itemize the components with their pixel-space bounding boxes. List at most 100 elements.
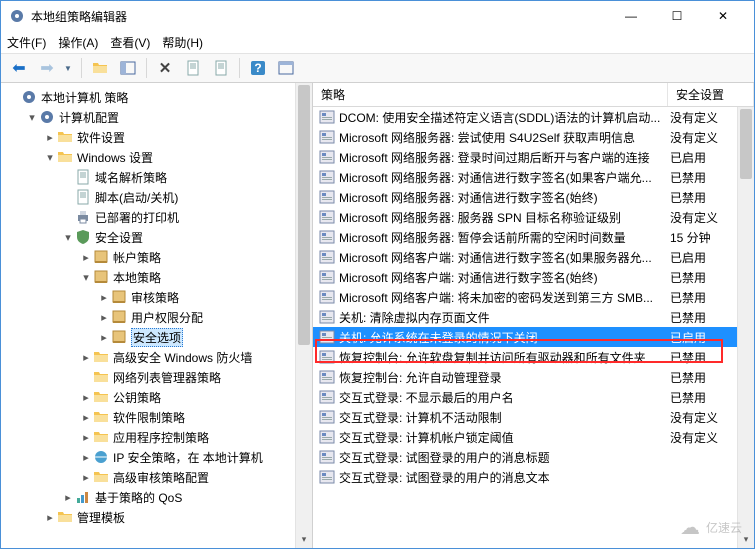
tree-twisty[interactable]: ▾ [25,111,39,124]
book-icon [111,329,127,345]
policy-row[interactable]: Microsoft 网络服务器: 对通信进行数字签名(如果客户端允...已禁用 [313,167,754,187]
export-button[interactable] [181,56,205,80]
properties-button[interactable] [209,56,233,80]
printer-icon [75,209,91,225]
policy-row[interactable]: Microsoft 网络服务器: 暂停会话前所需的空闲时间数量15 分钟 [313,227,754,247]
tree-twisty[interactable]: ▾ [61,231,75,244]
tree-node[interactable]: ▸安全选项 [1,327,312,347]
policy-row[interactable]: 关机: 允许系统在未登录的情况下关闭已启用 [313,327,754,347]
tree-node[interactable]: ▾ 计算机配置 [1,107,312,127]
policy-label: 恢复控制台: 允许软盘复制并访问所有驱动器和所有文件夹 [339,349,670,366]
tree-node[interactable]: 域名解析策略 [1,167,312,187]
policy-icon [319,249,335,265]
list-pane: 策略 安全设置 DCOM: 使用安全描述符定义语言(SDDL)语法的计算机启动.… [313,83,754,548]
minimize-button[interactable]: — [608,1,654,31]
delete-button[interactable]: ✕ [153,56,177,80]
tree-node[interactable]: ▸基于策略的 QoS [1,487,312,507]
tree-node[interactable]: ▸应用程序控制策略 [1,427,312,447]
menubar: 文件(F) 操作(A) 查看(V) 帮助(H) [1,31,754,53]
policy-icon [319,209,335,225]
policy-row[interactable]: 关机: 清除虚拟内存页面文件已禁用 [313,307,754,327]
help-button[interactable]: ? [246,56,270,80]
policy-row[interactable]: 交互式登录: 计算机帐户锁定阈值没有定义 [313,427,754,447]
policy-row[interactable]: Microsoft 网络服务器: 登录时间过期后断开与客户端的连接已启用 [313,147,754,167]
policy-row[interactable]: 恢复控制台: 允许自动管理登录已禁用 [313,367,754,387]
tree-twisty[interactable]: ▸ [79,451,93,464]
gear-icon [21,89,37,105]
tree-scrollbar[interactable]: ▴▾ [295,83,312,548]
policy-row[interactable]: Microsoft 网络客户端: 将未加密的密码发送到第三方 SMB...已禁用 [313,287,754,307]
tree-node[interactable]: ▸帐户策略 [1,247,312,267]
tree-node[interactable]: 网络列表管理器策略 [1,367,312,387]
show-hide-tree[interactable] [116,56,140,80]
tree-label: 用户权限分配 [131,309,203,326]
tree-node[interactable]: ▸高级安全 Windows 防火墙 [1,347,312,367]
menu-help[interactable]: 帮助(H) [162,34,203,51]
tree-twisty[interactable]: ▸ [79,251,93,264]
column-setting[interactable]: 安全设置 [668,83,754,106]
tree-node[interactable]: ▸ 用户权限分配 [1,307,312,327]
maximize-button[interactable]: ☐ [654,1,700,31]
tree-twisty[interactable]: ▸ [43,511,57,524]
policy-row[interactable]: 恢复控制台: 允许软盘复制并访问所有驱动器和所有文件夹已禁用 [313,347,754,367]
policy-row[interactable]: Microsoft 网络服务器: 对通信进行数字签名(始终)已禁用 [313,187,754,207]
tree-twisty[interactable]: ▸ [43,131,57,144]
close-button[interactable]: ✕ [700,1,746,31]
tree-twisty[interactable]: ▸ [97,311,111,324]
tree-label: 审核策略 [131,289,179,306]
tree-node[interactable]: 本地计算机 策略 [1,87,312,107]
tree-node[interactable]: 脚本(启动/关机) [1,187,312,207]
tree-twisty[interactable]: ▸ [79,351,93,364]
tree-node[interactable]: ▸管理模板 [1,507,312,527]
tree-node[interactable]: ▾安全设置 [1,227,312,247]
tree-node[interactable]: ▸ 审核策略 [1,287,312,307]
tree-node[interactable]: ▾Windows 设置 [1,147,312,167]
policy-row[interactable]: Microsoft 网络客户端: 对通信进行数字签名(如果服务器允...已启用 [313,247,754,267]
tree-twisty[interactable]: ▸ [97,291,111,304]
tree-twisty[interactable]: ▸ [79,471,93,484]
policy-label: DCOM: 使用安全描述符定义语言(SDDL)语法的计算机启动... [339,109,670,126]
menu-view[interactable]: 查看(V) [110,34,150,51]
refresh-button[interactable] [274,56,298,80]
policy-icon [319,449,335,465]
policy-row[interactable]: Microsoft 网络服务器: 尝试使用 S4U2Self 获取声明信息没有定… [313,127,754,147]
tree-node[interactable]: ▸高级审核策略配置 [1,467,312,487]
policy-row[interactable]: 交互式登录: 试图登录的用户的消息文本 [313,467,754,487]
policy-row[interactable]: 交互式登录: 试图登录的用户的消息标题 [313,447,754,467]
up-button[interactable] [88,56,112,80]
forward-button[interactable]: ➡ [35,56,59,80]
menu-file[interactable]: 文件(F) [7,34,46,51]
policy-row[interactable]: Microsoft 网络服务器: 服务器 SPN 目标名称验证级别没有定义 [313,207,754,227]
tree-twisty[interactable]: ▾ [43,151,57,164]
column-policy[interactable]: 策略 [313,83,668,106]
book-icon [93,249,109,265]
policy-icon [319,349,335,365]
policy-row[interactable]: 交互式登录: 计算机不活动限制没有定义 [313,407,754,427]
tree-twisty[interactable]: ▸ [97,331,111,344]
tree-twisty[interactable]: ▸ [61,491,75,504]
tree-node[interactable]: ▸ 公钥策略 [1,387,312,407]
ie-icon [93,449,109,465]
policy-row[interactable]: DCOM: 使用安全描述符定义语言(SDDL)语法的计算机启动...没有定义 [313,107,754,127]
tree-node[interactable]: ▸软件设置 [1,127,312,147]
back-button[interactable]: ⬅ [7,56,31,80]
tree-twisty[interactable]: ▸ [79,431,93,444]
policy-row[interactable]: Microsoft 网络客户端: 对通信进行数字签名(始终)已禁用 [313,267,754,287]
list-header: 策略 安全设置 [313,83,754,107]
tree-node[interactable]: ▸IP 安全策略，在 本地计算机 [1,447,312,467]
tree-node[interactable]: ▾本地策略 [1,267,312,287]
watermark-icon: ☁ [680,515,700,540]
list-scrollbar[interactable]: ▴▾ [737,107,754,548]
tree-label: 公钥策略 [113,389,161,406]
tree-twisty[interactable]: ▸ [79,411,93,424]
tree-twisty[interactable]: ▾ [79,271,93,284]
tree-node[interactable]: ▸软件限制策略 [1,407,312,427]
policy-label: 关机: 允许系统在未登录的情况下关闭 [339,329,670,346]
policy-icon [319,429,335,445]
menu-action[interactable]: 操作(A) [58,34,98,51]
history-dropdown[interactable]: ▼ [63,56,75,80]
tree-label: 计算机配置 [59,109,119,126]
tree-node[interactable]: 已部署的打印机 [1,207,312,227]
policy-row[interactable]: 交互式登录: 不显示最后的用户名已禁用 [313,387,754,407]
tree-twisty[interactable]: ▸ [79,391,93,404]
